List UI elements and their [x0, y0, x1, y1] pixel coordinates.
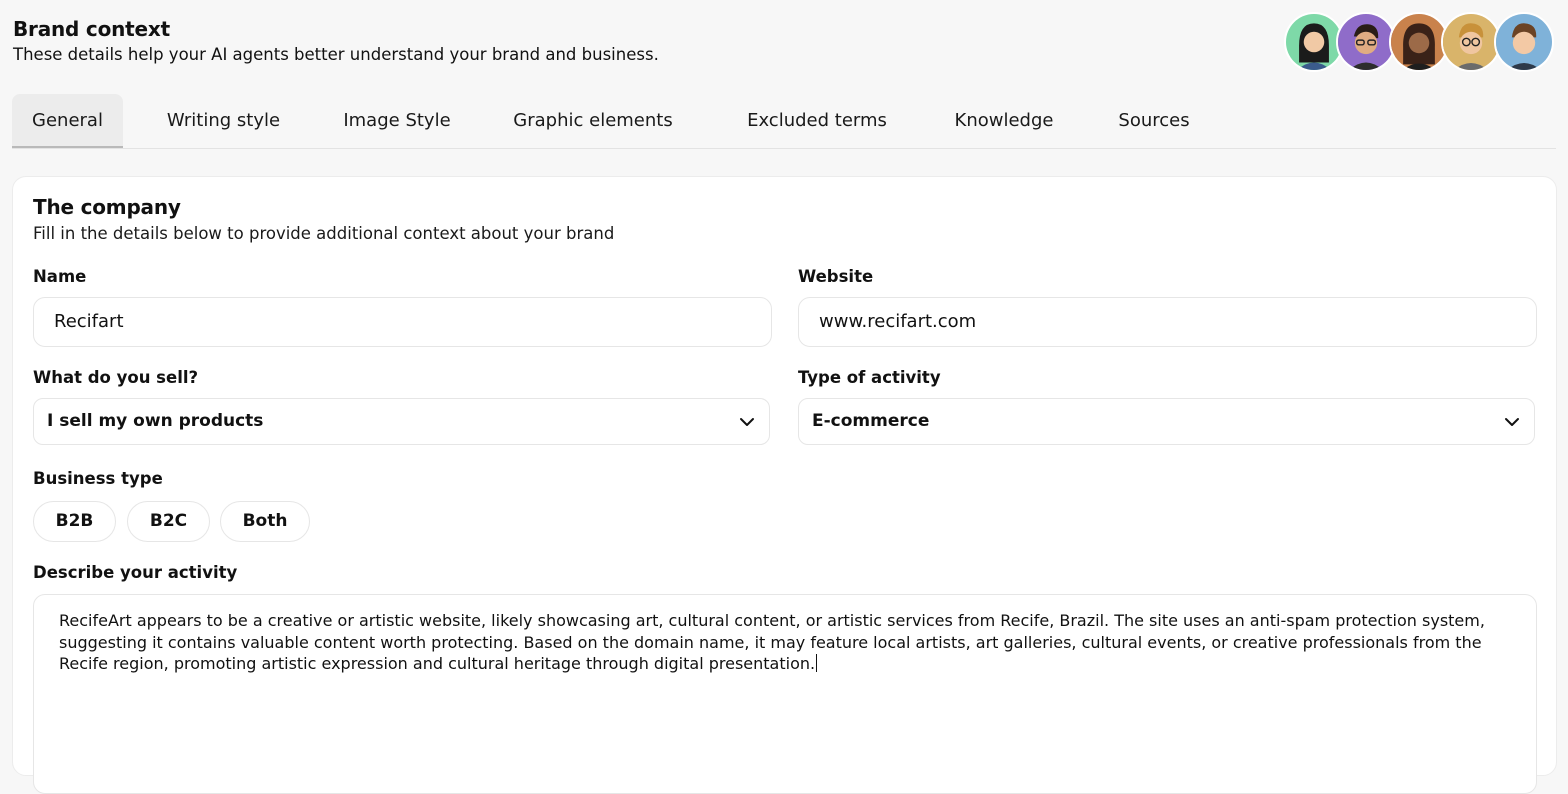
- name-label: Name: [33, 267, 87, 286]
- tab-excluded-terms[interactable]: Excluded terms: [729, 94, 905, 148]
- type-of-activity-select[interactable]: E-commerce: [798, 398, 1535, 445]
- name-input[interactable]: Recifart: [33, 297, 772, 347]
- tab-image-style[interactable]: Image Style: [327, 94, 467, 148]
- business-type-b2c-button[interactable]: B2C: [127, 501, 210, 542]
- section-title: The company: [33, 195, 181, 219]
- describe-activity-text: RecifeArt appears to be a creative or ar…: [59, 611, 1485, 673]
- page-title: Brand context: [13, 17, 170, 41]
- what-do-you-sell-label: What do you sell?: [33, 368, 199, 387]
- company-card: The company Fill in the details below to…: [12, 176, 1557, 794]
- what-do-you-sell-value: I sell my own products: [47, 411, 264, 431]
- section-description: Fill in the details below to provide add…: [33, 224, 615, 243]
- tab-knowledge[interactable]: Knowledge: [939, 94, 1069, 148]
- chevron-down-icon: [737, 412, 757, 432]
- business-type-label: Business type: [33, 469, 163, 488]
- page-subtitle: These details help your AI agents better…: [13, 45, 659, 64]
- chevron-down-icon: [1502, 412, 1522, 432]
- business-type-both-button[interactable]: Both: [220, 501, 310, 542]
- type-of-activity-value: E-commerce: [812, 411, 930, 431]
- text-caret: [816, 654, 818, 672]
- tab-graphic-elements[interactable]: Graphic elements: [498, 94, 688, 148]
- tab-general[interactable]: General: [12, 94, 123, 148]
- business-type-b2b-button[interactable]: B2B: [33, 501, 116, 542]
- tab-sources[interactable]: Sources: [1106, 94, 1202, 148]
- tab-bar: General Writing style Image Style Graphi…: [12, 94, 1556, 149]
- agent-avatar-3[interactable]: [1389, 12, 1449, 72]
- agent-avatar-5[interactable]: [1494, 12, 1554, 72]
- website-label: Website: [798, 267, 874, 286]
- type-of-activity-label: Type of activity: [798, 368, 941, 387]
- what-do-you-sell-select[interactable]: I sell my own products: [33, 398, 770, 445]
- agent-avatar-1[interactable]: [1284, 12, 1344, 72]
- describe-activity-textarea[interactable]: RecifeArt appears to be a creative or ar…: [33, 594, 1537, 794]
- website-input[interactable]: www.recifart.com: [798, 297, 1537, 347]
- tab-writing-style[interactable]: Writing style: [147, 94, 300, 148]
- agent-avatar-2[interactable]: [1336, 12, 1396, 72]
- agent-avatar-4[interactable]: [1441, 12, 1501, 72]
- describe-activity-label: Describe your activity: [33, 563, 238, 582]
- page-header: Brand context These details help your AI…: [13, 16, 659, 67]
